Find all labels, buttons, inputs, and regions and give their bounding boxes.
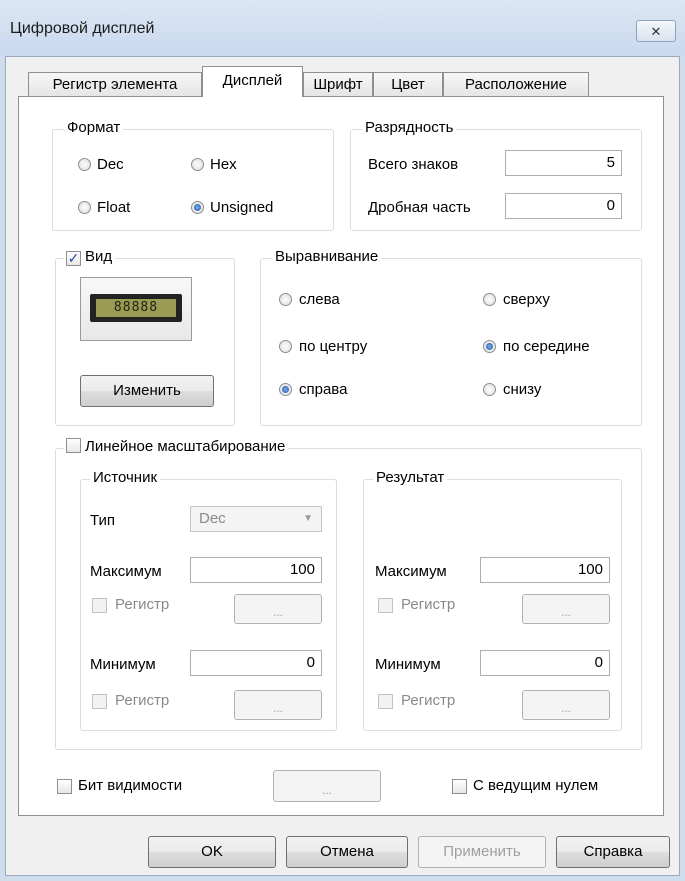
result-min-register-label: Регистр xyxy=(401,692,456,709)
view-label: Вид xyxy=(85,248,113,265)
source-type-select[interactable]: Dec ▼ xyxy=(190,506,322,532)
close-button[interactable]: ✕ xyxy=(636,20,676,42)
tab-element-register[interactable]: Регистр элемента xyxy=(28,72,202,97)
tab-font[interactable]: Шрифт xyxy=(303,72,373,97)
format-float-label: Float xyxy=(97,199,131,216)
tab-layout[interactable]: Расположение xyxy=(443,72,589,97)
source-max-label: Максимум xyxy=(90,563,162,580)
tab-display[interactable]: Дисплей xyxy=(202,66,303,97)
scaling-legend: Линейное масштабирование xyxy=(64,438,289,455)
fraction-digits-input[interactable]: 0 xyxy=(505,193,622,219)
tab-color[interactable]: Цвет xyxy=(373,72,443,97)
total-digits-label: Всего знаков xyxy=(368,156,459,173)
title-bar: Цифровой дисплей ✕ xyxy=(0,0,685,56)
visibility-bit-checkbox[interactable] xyxy=(57,779,72,794)
change-view-button[interactable]: Изменить xyxy=(80,375,214,407)
format-hex-radio[interactable] xyxy=(191,158,204,171)
leading-zero-label: С ведущим нулем xyxy=(473,777,599,794)
format-dec-radio[interactable] xyxy=(78,158,91,171)
scaling-label: Линейное масштабирование xyxy=(85,438,286,455)
view-checkbox[interactable]: ✓ xyxy=(66,251,81,266)
result-max-input[interactable]: 100 xyxy=(480,557,610,583)
format-unsigned-radio[interactable] xyxy=(191,201,204,214)
source-max-register-label: Регистр xyxy=(115,596,170,613)
source-max-input[interactable]: 100 xyxy=(190,557,322,583)
source-min-label: Минимум xyxy=(90,656,156,673)
align-middle-radio[interactable] xyxy=(483,340,496,353)
align-middle-label: по середине xyxy=(503,338,590,355)
result-group-title: Результат xyxy=(373,469,448,486)
align-center-label: по центру xyxy=(299,338,368,355)
visibility-bit-label: Бит видимости xyxy=(78,777,183,794)
format-group-title: Формат xyxy=(64,119,124,136)
digits-group-title: Разрядность xyxy=(362,119,457,136)
format-float-radio[interactable] xyxy=(78,201,91,214)
source-group-title: Источник xyxy=(90,469,161,486)
result-max-label: Максимум xyxy=(375,563,447,580)
display-preview: 88888 xyxy=(80,277,192,341)
window-title: Цифровой дисплей xyxy=(10,20,155,37)
source-max-browse-button[interactable]: ... xyxy=(234,594,322,624)
source-min-browse-button[interactable]: ... xyxy=(234,690,322,720)
align-center-radio[interactable] xyxy=(279,340,292,353)
source-type-value: Dec xyxy=(199,510,226,527)
align-bottom-radio[interactable] xyxy=(483,383,496,396)
source-min-register-checkbox[interactable] xyxy=(92,694,107,709)
result-max-register-label: Регистр xyxy=(401,596,456,613)
preview-digits: 88888 xyxy=(96,299,176,317)
cancel-button[interactable]: Отмена xyxy=(286,836,408,868)
view-legend: ✓ Вид xyxy=(64,248,116,266)
scaling-checkbox[interactable] xyxy=(66,438,81,453)
format-group xyxy=(52,129,334,231)
source-min-register-label: Регистр xyxy=(115,692,170,709)
align-left-radio[interactable] xyxy=(279,293,292,306)
total-digits-input[interactable]: 5 xyxy=(505,150,622,176)
close-icon: ✕ xyxy=(650,24,662,39)
source-type-label: Тип xyxy=(90,512,116,529)
align-right-label: справа xyxy=(299,381,348,398)
align-right-radio[interactable] xyxy=(279,383,292,396)
align-bottom-label: снизу xyxy=(503,381,542,398)
ok-button[interactable]: OK xyxy=(148,836,276,868)
preview-frame: 88888 xyxy=(90,294,182,322)
align-top-radio[interactable] xyxy=(483,293,496,306)
apply-button[interactable]: Применить xyxy=(418,836,546,868)
help-button[interactable]: Справка xyxy=(556,836,670,868)
result-min-input[interactable]: 0 xyxy=(480,650,610,676)
align-top-label: сверху xyxy=(503,291,550,308)
chevron-down-icon: ▼ xyxy=(303,513,313,524)
result-max-register-checkbox[interactable] xyxy=(378,598,393,613)
result-min-register-checkbox[interactable] xyxy=(378,694,393,709)
result-max-browse-button[interactable]: ... xyxy=(522,594,610,624)
alignment-group-title: Выравнивание xyxy=(272,248,382,265)
leading-zero-checkbox[interactable] xyxy=(452,779,467,794)
align-left-label: слева xyxy=(299,291,340,308)
format-hex-label: Hex xyxy=(210,156,237,173)
format-dec-label: Dec xyxy=(97,156,124,173)
fraction-digits-label: Дробная часть xyxy=(368,199,471,216)
result-min-label: Минимум xyxy=(375,656,441,673)
source-max-register-checkbox[interactable] xyxy=(92,598,107,613)
source-min-input[interactable]: 0 xyxy=(190,650,322,676)
visibility-bit-browse-button[interactable]: ... xyxy=(273,770,381,802)
format-unsigned-label: Unsigned xyxy=(210,199,274,216)
result-min-browse-button[interactable]: ... xyxy=(522,690,610,720)
